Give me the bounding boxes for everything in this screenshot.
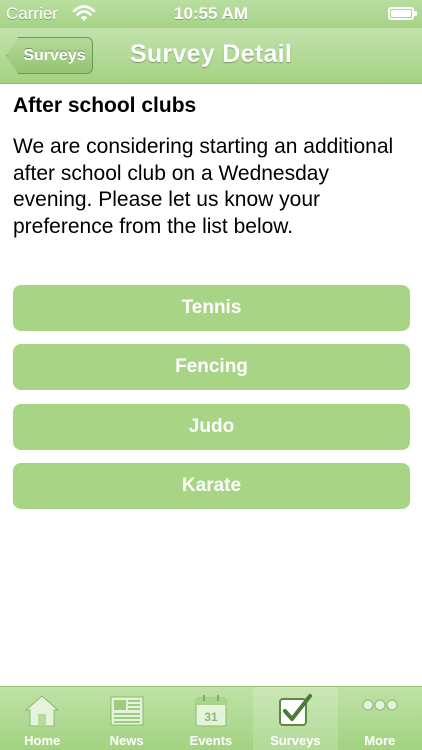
survey-description: We are considering starting an additiona… (13, 135, 394, 238)
option-button-karate[interactable]: Karate (13, 463, 410, 509)
tab-label: More (364, 733, 396, 748)
checkbox-icon (276, 693, 314, 729)
tab-label: News (109, 733, 144, 748)
clock: 10:55 AM (173, 4, 248, 23)
option-button-fencing[interactable]: Fencing (13, 344, 410, 390)
page-title: Survey Detail (129, 40, 293, 68)
tab-bar: Home News 31 Events Surveys More (0, 686, 422, 750)
navigation-bar: Surveys Survey Detail (0, 28, 422, 84)
calendar-icon: 31 (192, 693, 230, 729)
tab-label: Home (24, 733, 61, 748)
tab-label: Surveys (270, 733, 321, 748)
tab-news[interactable]: News (84, 687, 168, 750)
option-button-judo[interactable]: Judo (13, 404, 410, 450)
tab-home[interactable]: Home (0, 687, 84, 750)
tab-surveys[interactable]: Surveys (253, 687, 338, 750)
news-icon (108, 693, 146, 729)
battery-icon (388, 7, 417, 20)
survey-title: After school clubs (13, 94, 197, 117)
calendar-day: 31 (204, 710, 218, 724)
home-icon (23, 693, 61, 729)
option-button-tennis[interactable]: Tennis (13, 285, 410, 331)
more-icon (361, 693, 399, 729)
status-bar: Carrier 10:55 AM (0, 0, 422, 28)
tab-more[interactable]: More (338, 687, 422, 750)
tab-label: Events (189, 733, 233, 748)
tab-events[interactable]: 31 Events (169, 687, 253, 750)
